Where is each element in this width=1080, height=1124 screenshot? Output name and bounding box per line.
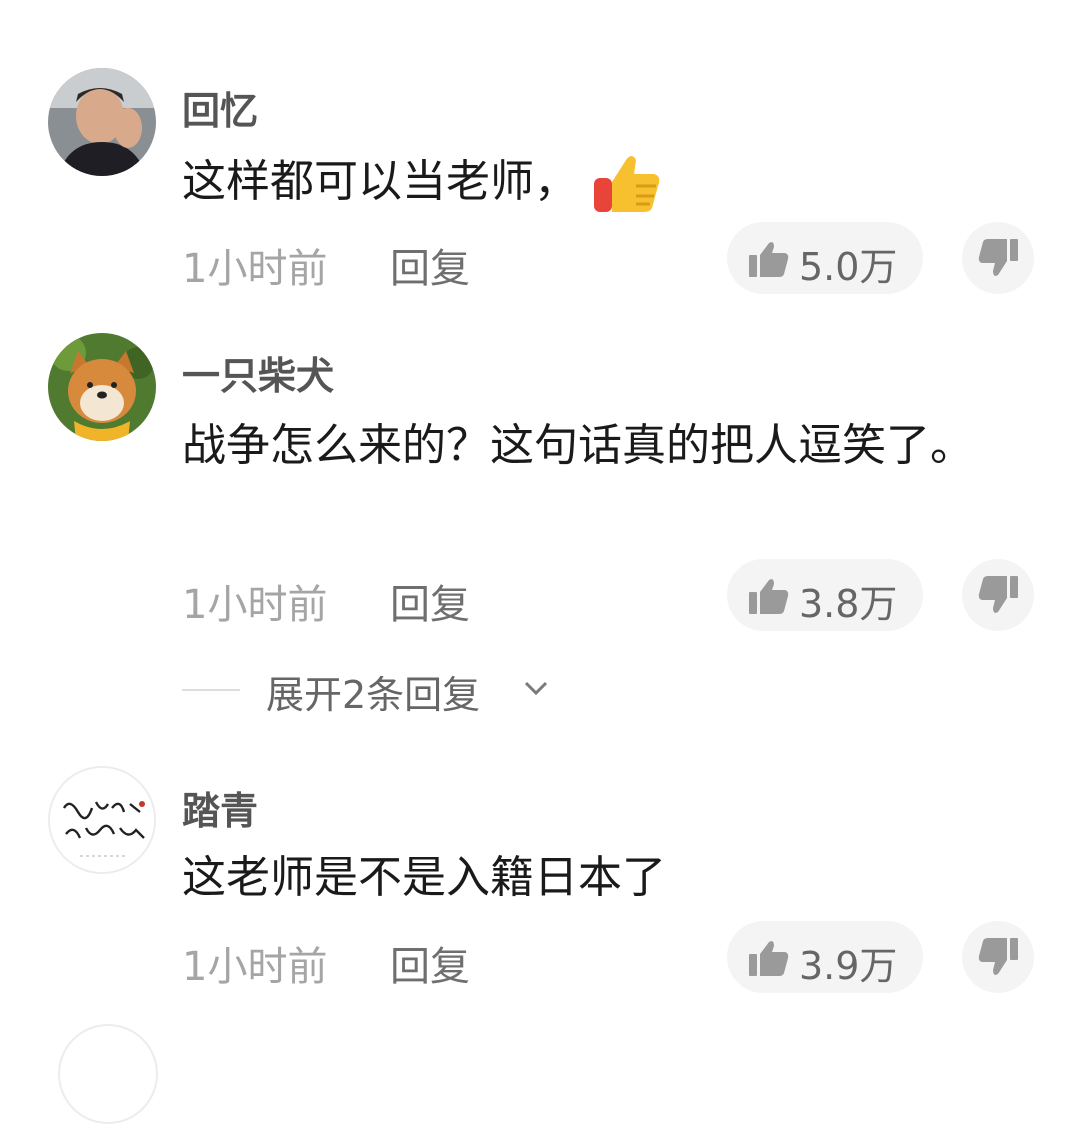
like-count: 3.8万 bbox=[799, 582, 898, 626]
dislike-button[interactable] bbox=[962, 921, 1034, 993]
reply-button[interactable]: 回复 bbox=[390, 572, 470, 630]
comment-text-body: 这样都可以当老师， bbox=[182, 156, 578, 207]
expand-replies-label: 展开2条回复 bbox=[266, 673, 481, 717]
chevron-down-icon bbox=[524, 681, 548, 696]
like-button[interactable]: 3.8万 bbox=[727, 559, 923, 631]
thumbs-down-icon bbox=[978, 938, 1018, 975]
comment-time: 1小时前 bbox=[182, 582, 328, 628]
thumbs-up-icon bbox=[749, 941, 789, 976]
thumbs-up-icon bbox=[749, 242, 789, 277]
reply-button[interactable]: 回复 bbox=[390, 236, 470, 294]
comment-text: 这老师是不是入籍日本了 bbox=[182, 852, 666, 903]
thumbs-down-icon bbox=[978, 239, 1018, 276]
like-button[interactable]: 5.0万 bbox=[727, 222, 923, 294]
comment-time: 1小时前 bbox=[182, 246, 328, 292]
comment-username[interactable]: 踏青 bbox=[182, 780, 258, 835]
comment-username[interactable]: 回忆 bbox=[182, 80, 258, 135]
expand-replies-button[interactable]: 展开2条回复 bbox=[182, 660, 602, 720]
comment-text: 战争怎么来的？这句话真的把人逗笑了。 bbox=[182, 420, 974, 471]
divider bbox=[182, 689, 240, 691]
thumbs-up-emoji-icon bbox=[594, 156, 660, 212]
comment-time: 1小时前 bbox=[182, 944, 328, 990]
like-count: 3.9万 bbox=[799, 944, 898, 988]
avatar[interactable] bbox=[48, 68, 156, 176]
reply-button[interactable]: 回复 bbox=[390, 934, 470, 992]
thumbs-up-icon bbox=[749, 579, 789, 614]
comment-username[interactable]: 一只柴犬 bbox=[182, 345, 334, 400]
dislike-button[interactable] bbox=[962, 559, 1034, 631]
like-count: 5.0万 bbox=[799, 245, 898, 289]
comment-text: 这样都可以当老师， bbox=[182, 140, 1012, 224]
avatar[interactable] bbox=[48, 333, 156, 441]
like-button[interactable]: 3.9万 bbox=[727, 921, 923, 993]
dislike-button[interactable] bbox=[962, 222, 1034, 294]
thumbs-down-icon bbox=[978, 576, 1018, 613]
avatar[interactable] bbox=[58, 1024, 158, 1124]
avatar[interactable] bbox=[48, 766, 156, 874]
